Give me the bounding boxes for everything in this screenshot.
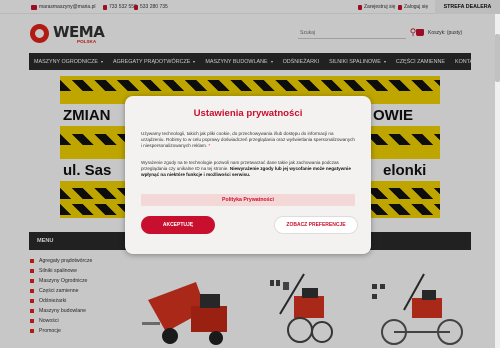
paragraph-text: Używamy technologii, takich jak pliki co… xyxy=(141,131,355,148)
accept-button[interactable]: AKCEPTUJĘ xyxy=(141,216,215,234)
cookie-consent-dialog: Ustawienia prywatności Używamy technolog… xyxy=(125,96,371,254)
view-preferences-button[interactable]: ZOBACZ PREFERENCJE xyxy=(274,216,358,234)
privacy-policy-button[interactable]: Polityka Prywatności xyxy=(141,194,355,206)
dialog-paragraph: Wyrażenie zgody na te technologie pozwol… xyxy=(141,160,355,178)
page-scrollbar[interactable] xyxy=(495,14,500,348)
dialog-paragraph: Używamy technologii, takich jak pliki co… xyxy=(141,131,355,148)
dialog-title: Ustawienia prywatności xyxy=(193,108,303,119)
scrollbar-thumb[interactable] xyxy=(495,34,500,82)
